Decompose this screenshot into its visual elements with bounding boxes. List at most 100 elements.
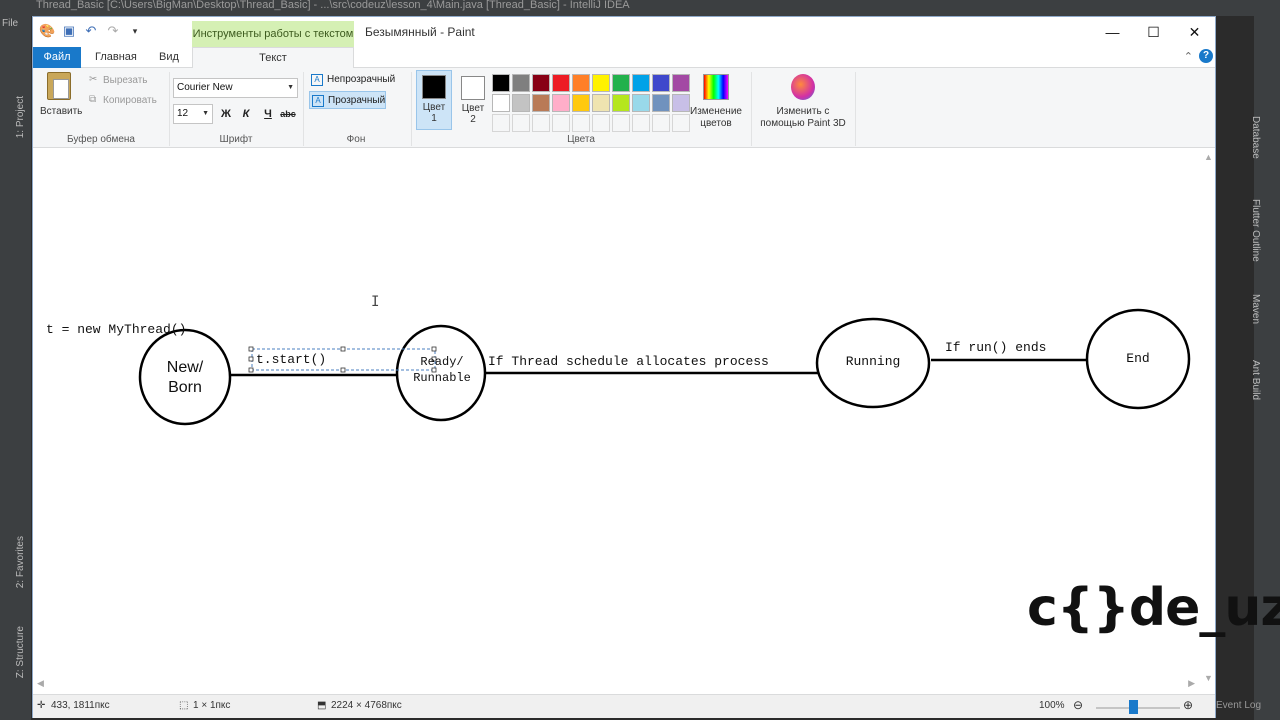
paste-button[interactable]: Вставить: [40, 106, 82, 117]
paste-icon[interactable]: [47, 72, 71, 100]
scroll-down-icon[interactable]: ▼: [1204, 673, 1213, 683]
palette-swatch[interactable]: [592, 74, 610, 92]
ribbon-tabs: Файл Главная Вид Текст ⌃ ?: [33, 47, 1215, 69]
divider: [855, 72, 856, 146]
palette-custom-slot[interactable]: [532, 114, 550, 132]
palette-swatch[interactable]: [552, 74, 570, 92]
status-bar: ✛ 433, 1811пкс ⬚ 1 × 1пкс ⬒ 2224 × 4768п…: [33, 694, 1215, 718]
palette-swatch[interactable]: [652, 74, 670, 92]
font-family-select[interactable]: Courier New ▼: [173, 78, 298, 98]
palette-custom-slot[interactable]: [632, 114, 650, 132]
favorites-panel-tab[interactable]: 2: Favorites: [15, 536, 26, 588]
edit-colors-icon[interactable]: [703, 74, 729, 100]
palette-custom-slot[interactable]: [512, 114, 530, 132]
zoom-out-icon[interactable]: ⊖: [1073, 698, 1083, 712]
state-end-label: End: [1126, 351, 1150, 366]
event-log-tab[interactable]: Event Log: [1216, 700, 1280, 718]
paint-app-icon[interactable]: 🎨: [39, 23, 55, 39]
palette-swatch[interactable]: [512, 74, 530, 92]
zoom-in-icon[interactable]: ⊕: [1183, 698, 1193, 712]
tab-file[interactable]: Файл: [33, 47, 81, 68]
ide-title-bar: Thread_Basic [C:\Users\BigMan\Desktop\Th…: [0, 0, 1280, 16]
cut-button[interactable]: Вырезать: [103, 75, 147, 86]
font-group-label: Шрифт: [219, 134, 253, 145]
maven-panel-tab[interactable]: Maven: [1250, 294, 1261, 324]
color1-swatch: [422, 75, 446, 99]
minimize-button[interactable]: —: [1092, 17, 1133, 47]
tab-home[interactable]: Главная: [95, 47, 137, 68]
tab-view[interactable]: Вид: [159, 47, 179, 68]
zoom-slider-thumb[interactable]: [1129, 700, 1138, 714]
palette-swatch[interactable]: [492, 94, 510, 112]
state-ready-label: Ready/ Runnable: [413, 355, 471, 385]
undo-icon[interactable]: ↶: [83, 23, 99, 39]
color1-button[interactable]: Цвет 1: [416, 70, 452, 130]
color1-label: Цвет 1: [422, 102, 446, 124]
scroll-right-icon[interactable]: ▶: [1188, 678, 1195, 689]
collapse-ribbon-icon[interactable]: ⌃: [1184, 50, 1193, 63]
edit-colors-button[interactable]: Изменение цветов: [687, 106, 745, 130]
italic-button[interactable]: К: [237, 104, 255, 124]
save-icon[interactable]: ▣: [61, 23, 77, 39]
color2-label: Цвет 2: [461, 103, 485, 125]
zoom-slider[interactable]: [1096, 707, 1180, 709]
palette-swatch[interactable]: [492, 74, 510, 92]
palette-swatch[interactable]: [572, 94, 590, 112]
tab-text[interactable]: Текст: [192, 47, 354, 69]
edit-with-paint3d-button[interactable]: Изменить с помощью Paint 3D: [755, 106, 851, 130]
palette-custom-slot[interactable]: [592, 114, 610, 132]
palette-swatch[interactable]: [532, 94, 550, 112]
maximize-button[interactable]: ☐: [1133, 17, 1174, 47]
palette-swatch[interactable]: [552, 94, 570, 112]
font-size-select[interactable]: 12 ▼: [173, 104, 213, 124]
palette-swatch[interactable]: [632, 94, 650, 112]
scroll-up-icon[interactable]: ▲: [1204, 152, 1213, 162]
state-new-born-label: New/ Born: [166, 359, 204, 396]
database-panel-tab[interactable]: Database: [1250, 116, 1261, 159]
state-running-label: Running: [845, 354, 901, 369]
palette-swatch[interactable]: [672, 74, 690, 92]
ide-file-menu[interactable]: File: [2, 18, 18, 29]
scissors-icon: ✂: [89, 74, 98, 85]
strikethrough-button[interactable]: abc: [279, 104, 297, 124]
palette-swatch[interactable]: [612, 94, 630, 112]
opaque-option[interactable]: A Непрозрачный: [309, 71, 395, 89]
palette-custom-slot[interactable]: [612, 114, 630, 132]
palette-swatch[interactable]: [532, 74, 550, 92]
palette-custom-slot[interactable]: [552, 114, 570, 132]
ant-build-panel-tab[interactable]: Ant Build: [1250, 360, 1261, 400]
project-panel-tab[interactable]: 1: Project: [15, 96, 26, 138]
color2-button[interactable]: Цвет 2: [456, 70, 490, 130]
palette-custom-slot[interactable]: [572, 114, 590, 132]
palette-swatch[interactable]: [572, 74, 590, 92]
transition-start-label[interactable]: t.start(): [256, 352, 326, 367]
redo-icon[interactable]: ↷: [105, 23, 121, 39]
copy-icon: ⧉: [89, 94, 97, 105]
close-button[interactable]: ✕: [1174, 17, 1215, 47]
structure-panel-tab[interactable]: Z: Structure: [15, 626, 26, 678]
colors-group-label: Цвета: [567, 134, 595, 145]
flutter-outline-panel-tab[interactable]: Flutter Outline: [1250, 199, 1261, 262]
font-size-value: 12: [177, 108, 189, 119]
ide-left-toolstrip: File 1: Project 2: Favorites Z: Structur…: [0, 16, 32, 720]
palette-swatch[interactable]: [652, 94, 670, 112]
bold-button[interactable]: Ж: [217, 104, 235, 124]
transparent-option[interactable]: A Прозрачный: [309, 91, 387, 109]
horizontal-scrollbar[interactable]: ◀ ▶: [33, 678, 1201, 692]
palette-swatch[interactable]: [512, 94, 530, 112]
palette-swatch[interactable]: [592, 94, 610, 112]
paint3d-icon[interactable]: [791, 74, 815, 100]
customize-toolbar-icon[interactable]: ▾: [127, 23, 143, 39]
underline-button[interactable]: Ч: [259, 104, 277, 124]
palette-custom-slot[interactable]: [652, 114, 670, 132]
palette-custom-slot[interactable]: [492, 114, 510, 132]
window-title: Безымянный - Paint: [365, 25, 475, 39]
copy-button[interactable]: Копировать: [103, 95, 157, 106]
opaque-label: Непрозрачный: [327, 74, 396, 85]
help-icon[interactable]: ?: [1199, 49, 1213, 63]
palette-swatch[interactable]: [612, 74, 630, 92]
background-group-label: Фон: [346, 134, 366, 145]
scroll-left-icon[interactable]: ◀: [37, 678, 44, 689]
palette-swatch[interactable]: [632, 74, 650, 92]
clipboard-group-label: Буфер обмена: [67, 134, 135, 145]
